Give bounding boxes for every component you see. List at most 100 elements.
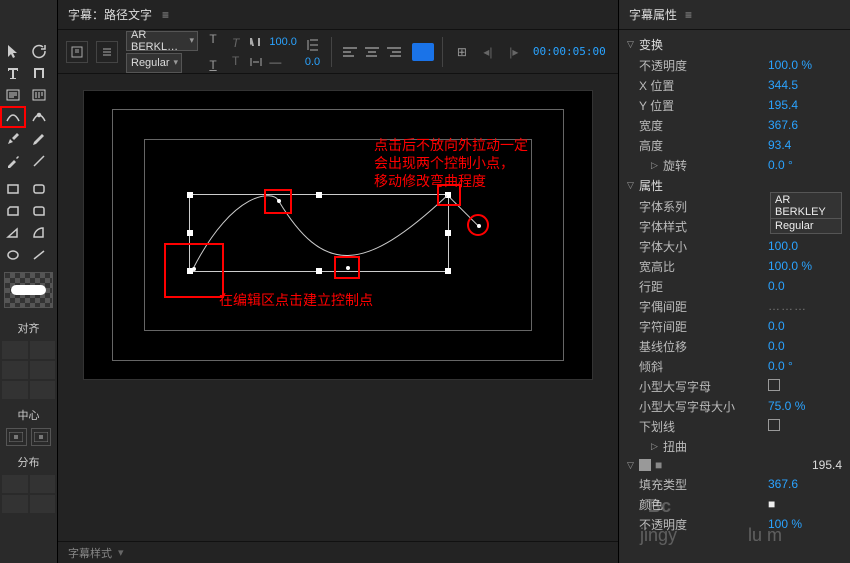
prop-x-position: X 位置344.5 bbox=[619, 75, 850, 95]
center-horizontal[interactable] bbox=[6, 428, 27, 446]
prop-rotation: ▷旋转0.0 ° bbox=[619, 155, 850, 175]
rounded-rectangle-tool[interactable] bbox=[26, 178, 52, 200]
font-style-dropdown[interactable]: Regular bbox=[126, 53, 182, 73]
prop-leading: 行距0.0 bbox=[619, 276, 850, 296]
prop-y-position: Y 位置195.4 bbox=[619, 95, 850, 115]
prop-width: 宽度367.6 bbox=[619, 115, 850, 135]
timecode[interactable]: 00:00:05:00 bbox=[533, 45, 606, 58]
prop-baseline-shift: 基线位移0.0 bbox=[619, 336, 850, 356]
document-title: 字幕：路径文字 bbox=[68, 6, 152, 23]
roll-crawl-icon[interactable] bbox=[96, 41, 118, 63]
align-left-icon[interactable] bbox=[340, 42, 360, 62]
pencil-tool[interactable] bbox=[26, 128, 52, 150]
prop-height: 高度93.4 bbox=[619, 135, 850, 155]
paragraph-align bbox=[340, 42, 404, 62]
rotate-tool[interactable] bbox=[26, 40, 52, 62]
center-section-label: 中心 bbox=[0, 401, 57, 426]
italic-icon[interactable]: T bbox=[232, 36, 239, 50]
annotation-text-1: 点击后不放向外拉动一定 会出现两个控制小点， 移动修改弯曲程度 bbox=[374, 136, 528, 191]
align-bottom[interactable] bbox=[30, 361, 56, 379]
arc-tool[interactable] bbox=[26, 222, 52, 244]
next-tab-icon[interactable]: |▸ bbox=[503, 41, 525, 63]
prop-kerning: 字偶间距……… bbox=[619, 296, 850, 316]
selection-tool[interactable] bbox=[0, 40, 26, 62]
prop-font-size: 字体大小100.0 bbox=[619, 236, 850, 256]
annotation-box bbox=[334, 256, 360, 279]
panel-menu-icon[interactable]: ≡ bbox=[685, 8, 692, 22]
stroke-preview[interactable] bbox=[4, 272, 53, 308]
tab-stops-icon[interactable] bbox=[412, 43, 434, 61]
clipped-rect-tool[interactable] bbox=[0, 200, 26, 222]
wedge-tool[interactable] bbox=[0, 222, 26, 244]
line-segment-tool[interactable] bbox=[26, 244, 52, 266]
prop-small-caps: 小型大写字母 bbox=[619, 376, 850, 396]
prop-underline: 下划线 bbox=[619, 416, 850, 436]
properties-panel: 字幕属性 ≡ ▽变换 不透明度100.0 % X 位置344.5 Y 位置195… bbox=[618, 0, 850, 563]
bottom-bar: 字幕样式 ▾ bbox=[58, 541, 618, 563]
font-size-value[interactable]: 100.0 bbox=[269, 36, 297, 48]
eyedropper-tool[interactable] bbox=[0, 150, 26, 172]
prop-color: 颜色■ bbox=[619, 494, 850, 514]
main-area: 字幕：路径文字 ≡ AR BERKL… Regular T T T T 100.… bbox=[58, 0, 618, 563]
path-curve bbox=[84, 91, 592, 379]
rounded-clip-tool[interactable] bbox=[26, 200, 52, 222]
prop-opacity-2: 不透明度100 % bbox=[619, 514, 850, 534]
prop-small-caps-size: 小型大写字母大小75.0 % bbox=[619, 396, 850, 416]
type-tool[interactable] bbox=[0, 62, 26, 84]
align-left[interactable] bbox=[2, 341, 28, 359]
prev-tab-icon[interactable]: ◂| bbox=[477, 41, 499, 63]
bold-icon[interactable]: T bbox=[202, 28, 224, 50]
distribute-section-label: 分布 bbox=[0, 448, 57, 473]
distribute-2[interactable] bbox=[30, 475, 56, 493]
line-tool[interactable] bbox=[26, 150, 52, 172]
snap-icon[interactable]: ⊞ bbox=[451, 41, 473, 63]
kerning-icon bbox=[247, 53, 265, 71]
leading-value[interactable]: 0.0 bbox=[305, 56, 320, 68]
rectangle-tool[interactable] bbox=[0, 178, 26, 200]
add-anchor-tool[interactable] bbox=[26, 106, 52, 128]
checkbox[interactable] bbox=[768, 419, 780, 431]
canvas-wrapper: 点击后不放向外拉动一定 会出现两个控制小点， 移动修改弯曲程度 在编辑区点击建立… bbox=[58, 74, 618, 541]
section-fill[interactable]: ▽■195.4 bbox=[619, 456, 850, 474]
center-vertical[interactable] bbox=[31, 428, 52, 446]
panel-menu-icon[interactable]: ≡ bbox=[162, 8, 169, 22]
prop-fill-type: 填充类型367.6 bbox=[619, 474, 850, 494]
checkbox[interactable] bbox=[768, 379, 780, 391]
font-family-dropdown[interactable]: AR BERKL… bbox=[126, 31, 198, 51]
align-vcenter[interactable] bbox=[30, 381, 56, 399]
section-transform[interactable]: ▽变换 bbox=[619, 34, 850, 55]
align-buttons bbox=[0, 339, 57, 401]
prop-aspect: 宽高比100.0 % bbox=[619, 256, 850, 276]
align-section-label: 对齐 bbox=[0, 314, 57, 339]
properties-panel-title: 字幕属性 ≡ bbox=[619, 0, 850, 30]
ellipse-tool[interactable] bbox=[0, 244, 26, 266]
distribute-1[interactable] bbox=[2, 475, 28, 493]
new-title-icon[interactable] bbox=[66, 41, 88, 63]
distribute-3[interactable] bbox=[2, 495, 28, 513]
annotation-box bbox=[264, 189, 292, 214]
distribute-buttons bbox=[0, 473, 57, 515]
annotation-circle bbox=[467, 214, 489, 236]
kerning-value[interactable]: — bbox=[269, 55, 281, 69]
align-hcenter[interactable] bbox=[2, 381, 28, 399]
align-center-icon[interactable] bbox=[362, 42, 382, 62]
vertical-type-tool[interactable] bbox=[26, 62, 52, 84]
annotation-text-2: 在编辑区点击建立控制点 bbox=[219, 291, 373, 309]
distribute-4[interactable] bbox=[30, 495, 56, 513]
options-bar: AR BERKL… Regular T T T T 100.0 — 0.0 bbox=[58, 30, 618, 74]
align-top[interactable] bbox=[2, 361, 28, 379]
underline-icon[interactable]: T bbox=[202, 54, 224, 76]
align-right[interactable] bbox=[30, 341, 56, 359]
brush-tool[interactable] bbox=[0, 128, 26, 150]
prop-distort: ▷扭曲 bbox=[619, 436, 850, 456]
pen-tool[interactable] bbox=[0, 106, 26, 128]
bottom-menu-icon[interactable]: ▾ bbox=[118, 546, 124, 559]
area-type-tool[interactable] bbox=[0, 84, 26, 106]
align-right-icon[interactable] bbox=[384, 42, 404, 62]
canvas[interactable]: 点击后不放向外拉动一定 会出现两个控制小点， 移动修改弯曲程度 在编辑区点击建立… bbox=[83, 90, 593, 380]
strike-icon[interactable]: T bbox=[232, 54, 239, 68]
font-size-icon bbox=[247, 33, 265, 51]
checkbox[interactable] bbox=[639, 459, 651, 471]
prop-tracking: 字符间距0.0 bbox=[619, 316, 850, 336]
vertical-area-type-tool[interactable] bbox=[26, 84, 52, 106]
